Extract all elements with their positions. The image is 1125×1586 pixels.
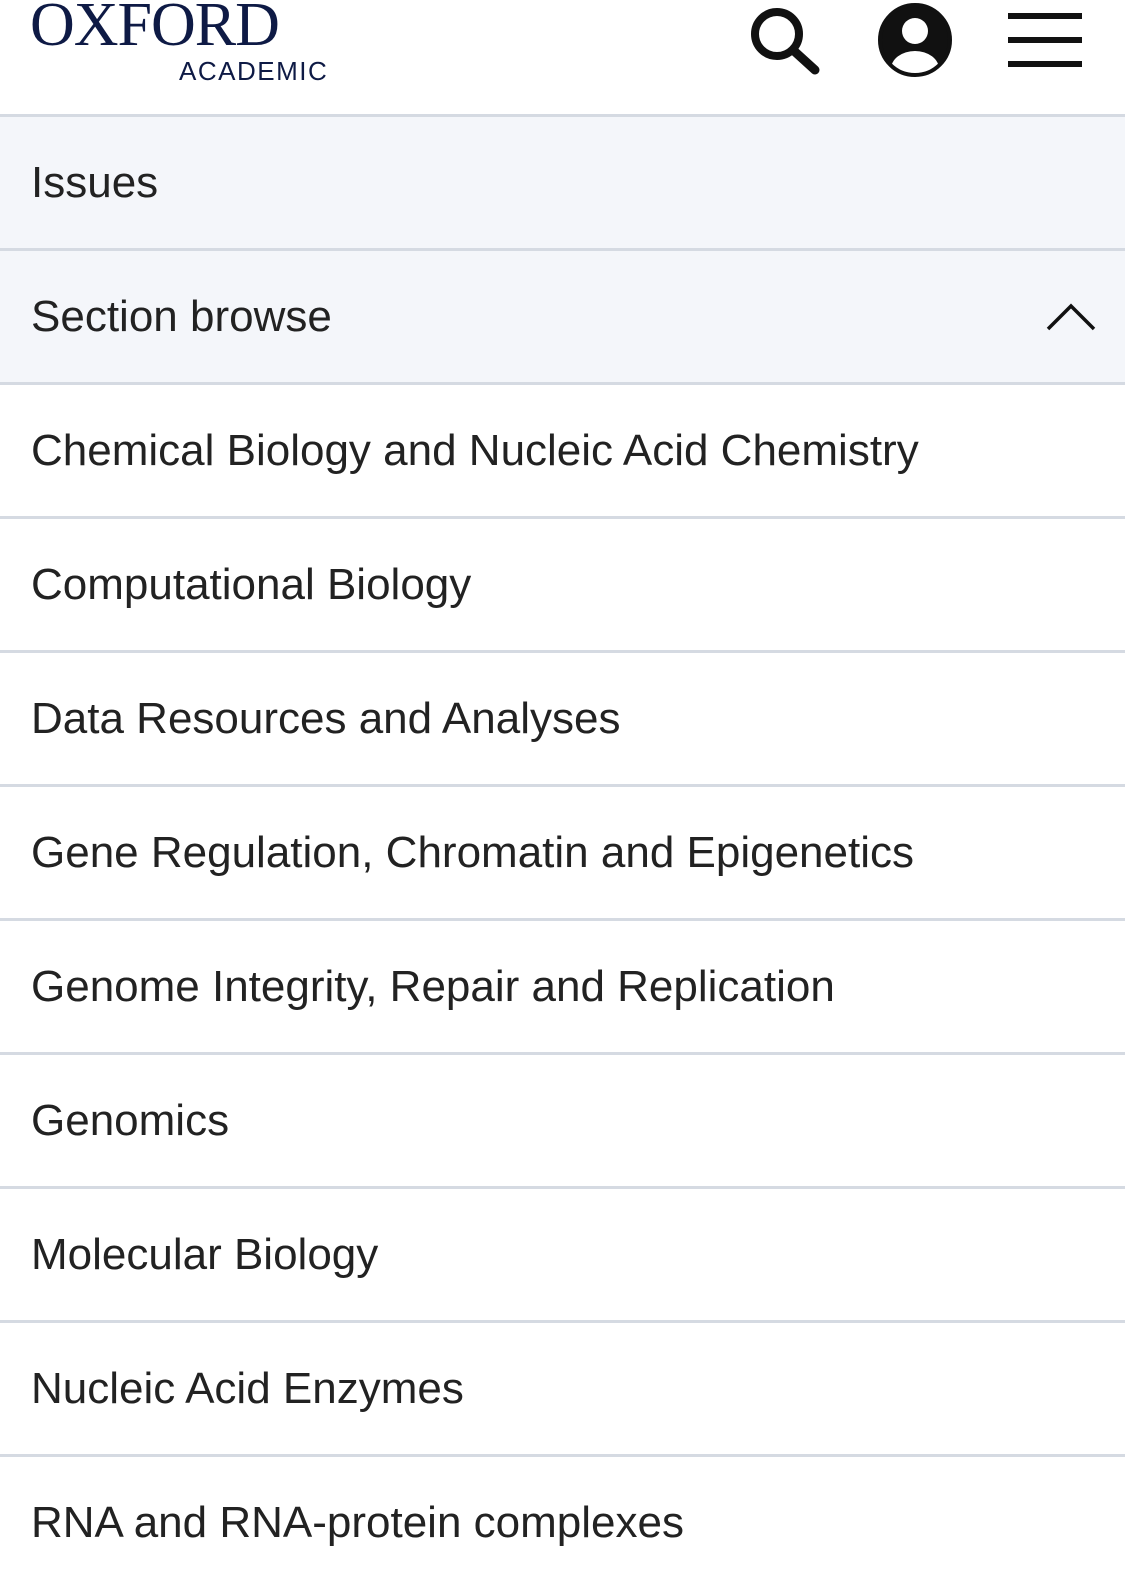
menu-button[interactable]: [1000, 0, 1090, 80]
site-header: OXFORD ACADEMIC: [0, 0, 1125, 117]
section-item[interactable]: Genome Integrity, Repair and Replication: [0, 921, 1125, 1055]
section-item-label: RNA and RNA-protein complexes: [31, 1497, 684, 1547]
section-item-label: Genome Integrity, Repair and Replication: [31, 961, 835, 1011]
account-button[interactable]: [870, 0, 960, 80]
section-item-label: Genomics: [31, 1095, 230, 1145]
section-item-label: Data Resources and Analyses: [31, 693, 621, 743]
chevron-up-icon: [1046, 303, 1096, 330]
nav-item-issues[interactable]: Issues: [0, 117, 1125, 251]
section-item[interactable]: Molecular Biology: [0, 1189, 1125, 1323]
nav-item-issues-label: Issues: [31, 157, 159, 207]
user-account-icon: [878, 3, 952, 77]
section-item[interactable]: Data Resources and Analyses: [0, 653, 1125, 787]
logo-wordmark-oxford: OXFORD: [30, 0, 280, 59]
section-item-label: Nucleic Acid Enzymes: [31, 1363, 464, 1413]
nav-item-section-browse[interactable]: Section browse: [0, 251, 1125, 385]
section-item[interactable]: Chemical Biology and Nucleic Acid Chemis…: [0, 385, 1125, 519]
section-item-label: Chemical Biology and Nucleic Acid Chemis…: [31, 425, 919, 475]
section-item-label: Molecular Biology: [31, 1229, 379, 1279]
section-item-label: Gene Regulation, Chromatin and Epigeneti…: [31, 827, 914, 877]
hamburger-menu-icon: [1008, 13, 1082, 67]
section-item-label: Computational Biology: [31, 559, 472, 609]
journal-nav-menu: Issues Section browse Chemical Biology a…: [0, 117, 1125, 1586]
section-item[interactable]: Computational Biology: [0, 519, 1125, 653]
search-icon: [751, 8, 820, 75]
page: OXFORD ACADEMIC Issues Section browse Ch…: [0, 0, 1125, 1586]
section-item[interactable]: Gene Regulation, Chromatin and Epigeneti…: [0, 787, 1125, 921]
logo-wordmark-academic: ACADEMIC: [179, 56, 329, 86]
nav-item-section-browse-label: Section browse: [31, 291, 332, 341]
search-button[interactable]: [740, 0, 830, 80]
section-item[interactable]: RNA and RNA-protein complexes: [0, 1457, 1125, 1586]
section-item[interactable]: Nucleic Acid Enzymes: [0, 1323, 1125, 1457]
oxford-academic-logo[interactable]: OXFORD ACADEMIC: [30, 0, 330, 90]
section-item[interactable]: Genomics: [0, 1055, 1125, 1189]
